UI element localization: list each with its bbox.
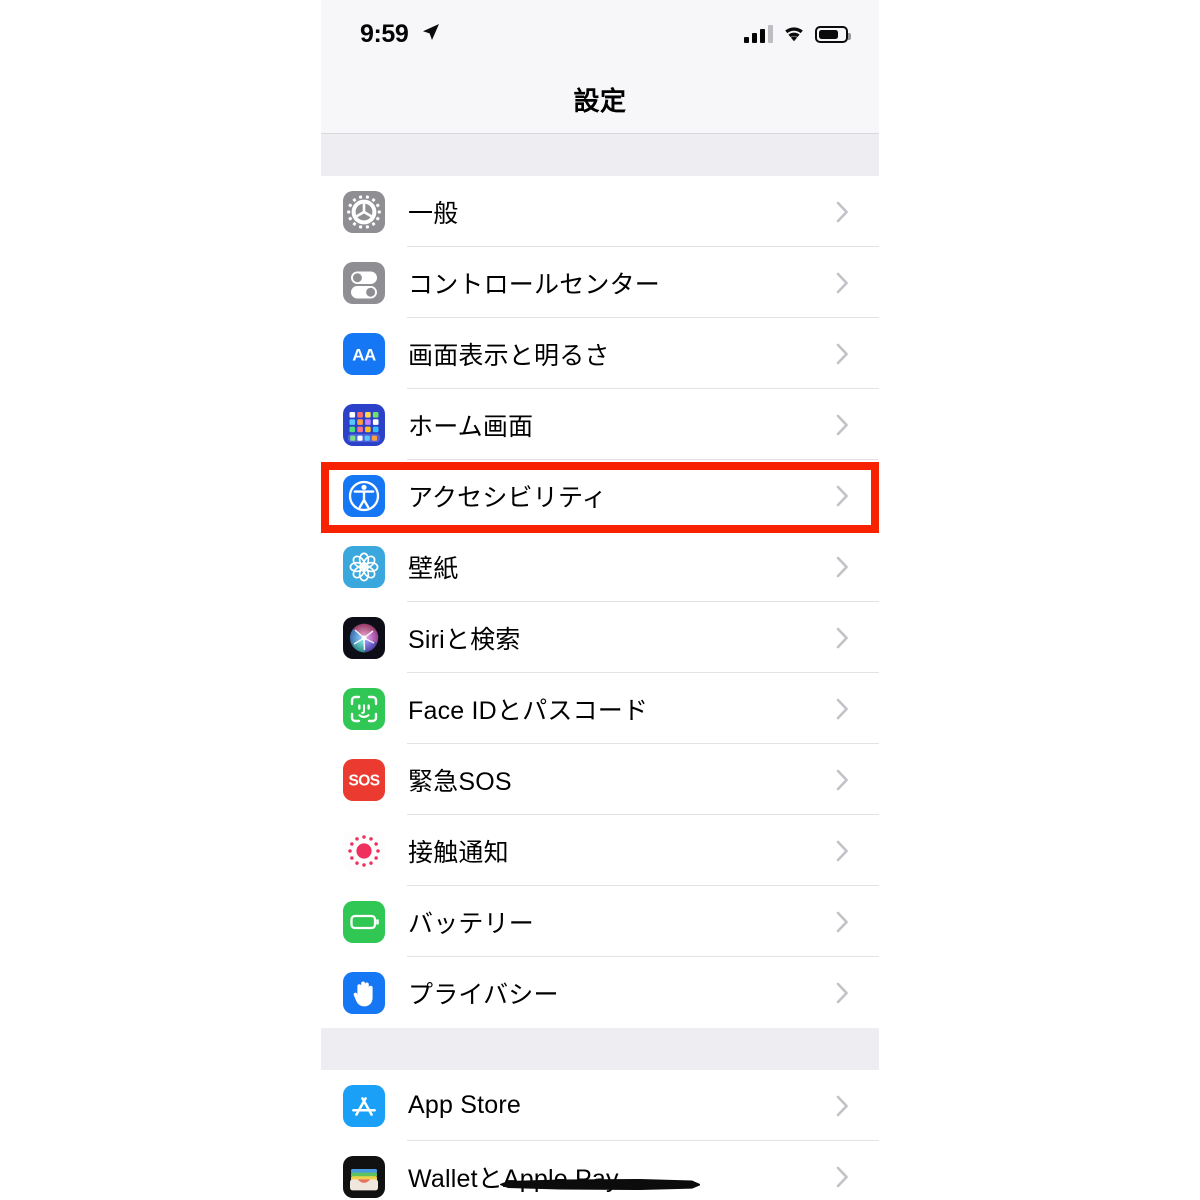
settings-row-label: バッテリー bbox=[408, 909, 535, 938]
status-time: 9:59 bbox=[360, 20, 409, 48]
privacy-hand-icon bbox=[343, 971, 385, 1014]
chevron-right-icon bbox=[836, 556, 849, 578]
settings-row-label: 画面表示と明るさ bbox=[408, 341, 610, 370]
settings-row[interactable]: コントロールセンター bbox=[321, 247, 879, 318]
settings-row-label: プライバシー bbox=[408, 980, 559, 1009]
settings-row-label: アクセシビリティ bbox=[408, 483, 607, 512]
settings-row[interactable]: バッテリー bbox=[321, 886, 879, 957]
settings-group: 一般 コントロールセンター AA 画面表示と明るさ ホーム画面 アクセシビリティ… bbox=[321, 176, 879, 1028]
chevron-right-icon bbox=[836, 485, 849, 507]
chevron-right-icon bbox=[836, 272, 849, 294]
page-title: 設定 bbox=[573, 86, 627, 116]
wallet-icon bbox=[343, 1155, 385, 1198]
settings-row[interactable]: Siriと検索 bbox=[321, 602, 879, 673]
cellular-signal-icon bbox=[744, 25, 773, 43]
gear-icon bbox=[343, 190, 385, 233]
wifi-icon bbox=[785, 27, 803, 42]
group-gap bbox=[321, 134, 879, 176]
app-store-icon bbox=[343, 1084, 385, 1127]
settings-row-label: 壁紙 bbox=[408, 554, 459, 583]
battery-green-icon bbox=[343, 900, 385, 943]
status-bar: 9:59 bbox=[321, 0, 879, 62]
settings-row[interactable]: ホーム画面 bbox=[321, 389, 879, 460]
settings-row-label: コントロールセンター bbox=[408, 270, 661, 299]
face-id-icon bbox=[343, 687, 385, 730]
settings-row[interactable]: SOS 緊急SOS bbox=[321, 744, 879, 815]
settings-row-label: 接触通知 bbox=[408, 838, 509, 867]
chevron-right-icon bbox=[836, 343, 849, 365]
settings-row[interactable]: 接触通知 bbox=[321, 815, 879, 886]
chevron-right-icon bbox=[836, 698, 849, 720]
chevron-right-icon bbox=[836, 982, 849, 1004]
chevron-right-icon bbox=[836, 201, 849, 223]
chevron-right-icon bbox=[836, 414, 849, 436]
chevron-right-icon bbox=[836, 840, 849, 862]
settings-row[interactable]: AA 画面表示と明るさ bbox=[321, 318, 879, 389]
chevron-right-icon bbox=[836, 627, 849, 649]
accessibility-icon bbox=[343, 474, 385, 517]
wallpaper-icon bbox=[343, 545, 385, 588]
settings-row[interactable]: Face IDとパスコード bbox=[321, 673, 879, 744]
settings-row[interactable]: 一般 bbox=[321, 176, 879, 247]
settings-row[interactable]: プライバシー bbox=[321, 957, 879, 1028]
svg-text:SOS: SOS bbox=[349, 772, 380, 789]
settings-row-label: ホーム画面 bbox=[408, 412, 534, 441]
settings-row[interactable]: App Store bbox=[321, 1070, 879, 1141]
navigation-bar: 設定 bbox=[321, 62, 879, 134]
battery-fill bbox=[819, 30, 839, 39]
redaction-stroke bbox=[500, 1179, 700, 1190]
toggles-icon bbox=[343, 261, 385, 304]
display-aa-icon: AA bbox=[343, 332, 385, 375]
screenshot-canvas: 9:59 設定 一般 コントロールセンター AA 画面表示と明るさ ホーム画面 … bbox=[0, 0, 1200, 1200]
settings-row[interactable]: WalletとApple Pay bbox=[321, 1141, 879, 1200]
settings-row[interactable]: アクセシビリティ bbox=[321, 460, 879, 531]
chevron-right-icon bbox=[836, 1095, 849, 1117]
settings-row-label: Face IDとパスコード bbox=[408, 696, 649, 725]
iphone-screen: 9:59 設定 一般 コントロールセンター AA 画面表示と明るさ ホーム画面 … bbox=[321, 0, 879, 1200]
chevron-right-icon bbox=[836, 911, 849, 933]
chevron-right-icon bbox=[836, 769, 849, 791]
settings-row[interactable]: 壁紙 bbox=[321, 531, 879, 602]
status-indicators bbox=[744, 21, 851, 43]
settings-row-label: App Store bbox=[408, 1091, 521, 1119]
svg-text:AA: AA bbox=[352, 345, 376, 364]
group-gap bbox=[321, 1028, 879, 1070]
settings-row-label: 緊急SOS bbox=[408, 767, 512, 796]
battery-cap bbox=[848, 33, 851, 40]
settings-list: 一般 コントロールセンター AA 画面表示と明るさ ホーム画面 アクセシビリティ… bbox=[321, 134, 879, 1200]
home-screen-icon bbox=[343, 403, 385, 446]
location-arrow-icon bbox=[421, 22, 441, 42]
exposure-notification-icon bbox=[343, 829, 385, 872]
settings-row-label: 一般 bbox=[408, 199, 459, 228]
battery-icon bbox=[815, 26, 851, 43]
sos-icon: SOS bbox=[343, 758, 385, 801]
siri-icon bbox=[343, 616, 385, 659]
settings-row-label: Siriと検索 bbox=[408, 625, 521, 654]
chevron-right-icon bbox=[836, 1166, 849, 1188]
